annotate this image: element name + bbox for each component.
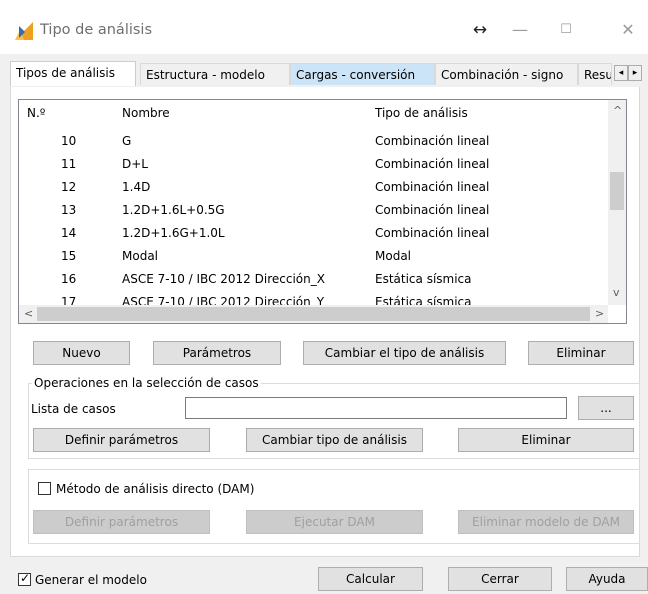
lista-de-casos-input[interactable] [185,397,567,419]
column-header-tipo[interactable]: Tipo de análisis [375,106,468,120]
tab-estructura-modelo[interactable]: Estructura - modelo [140,63,290,85]
cell-n: 13 [61,203,77,217]
scroll-left-icon[interactable]: < [24,307,33,320]
operaciones-legend: Operaciones en la selección de casos [32,376,261,390]
tab-resultados[interactable]: Resu [578,63,612,85]
resize-icon[interactable]: ↔ [466,16,494,44]
cell-n: 12 [61,180,77,194]
title-bar: Tipo de análisis ↔ — ☐ ✕ [0,0,648,54]
window-title: Tipo de análisis [40,22,153,38]
cell-nombre: 1.4D [122,180,151,194]
tab-scroll-left-icon[interactable]: ◂ [614,65,628,81]
cell-n: 14 [61,226,77,240]
checkmark-icon: ✓ [20,571,31,585]
cell-nombre: D+L [122,157,148,171]
ejecutar-dam-button[interactable]: Ejecutar DAM [246,510,423,534]
nuevo-button[interactable]: Nuevo [33,341,130,365]
tab-scroll-right-icon[interactable]: ▸ [628,65,642,81]
dam-checkbox[interactable] [38,482,51,495]
table-row[interactable]: 15 Modal Modal [19,245,608,268]
table-row[interactable]: 11 D+L Combinación lineal [19,153,608,176]
cell-nombre: 1.2D+1.6L+0.5G [122,203,225,217]
vertical-scroll-thumb[interactable] [610,172,624,210]
cambiar-tipo-analisis-button[interactable]: Cambiar el tipo de análisis [303,341,506,365]
scroll-down-icon[interactable]: v [613,286,620,299]
tab-strip: Tipos de análisis Estructura - modelo Ca… [10,61,642,88]
cell-nombre: Modal [122,249,158,263]
cambiar-tipo-button[interactable]: Cambiar tipo de análisis [246,428,423,452]
table-row[interactable]: 10 G Combinación lineal [19,130,608,153]
analysis-list[interactable]: N.º Nombre Tipo de análisis 10 G Combina… [18,99,627,324]
scroll-right-icon[interactable]: > [595,307,604,320]
parametros-button[interactable]: Parámetros [153,341,281,365]
cell-n: 15 [61,249,77,263]
lista-de-casos-label: Lista de casos [31,402,116,416]
eliminar-button[interactable]: Eliminar [528,341,634,365]
cell-n: 11 [61,157,77,171]
cell-n: 16 [61,272,77,286]
horizontal-scrollbar[interactable]: < > [19,305,608,323]
cell-tipo: Combinación lineal [375,203,490,217]
table-row[interactable]: 12 1.4D Combinación lineal [19,176,608,199]
calcular-button[interactable]: Calcular [318,567,423,591]
tab-combinacion-signo[interactable]: Combinación - signo [435,63,578,85]
generar-modelo-label: Generar el modelo [35,573,147,587]
dialog-window: Tipo de análisis ↔ — ☐ ✕ Tipos de anális… [0,0,648,594]
cell-nombre: ASCE 7-10 / IBC 2012 Dirección_X [122,272,325,286]
app-icon [15,22,33,40]
ayuda-button[interactable]: Ayuda [566,567,648,591]
table-row[interactable]: 16 ASCE 7-10 / IBC 2012 Dirección_X Está… [19,268,608,291]
cell-tipo: Modal [375,249,411,263]
dam-definir-parametros-button[interactable]: Definir parámetros [33,510,210,534]
cerrar-button[interactable]: Cerrar [448,567,552,591]
eliminar-seleccion-button[interactable]: Eliminar [458,428,634,452]
cell-nombre: G [122,134,132,148]
cell-tipo: Combinación lineal [375,134,490,148]
table-row[interactable]: 13 1.2D+1.6L+0.5G Combinación lineal [19,199,608,222]
dam-label: Método de análisis directo (DAM) [56,482,255,496]
maximize-button[interactable]: ☐ [552,16,580,44]
definir-parametros-button[interactable]: Definir parámetros [33,428,210,452]
generar-modelo-checkbox[interactable]: ✓ [18,571,31,586]
cell-tipo: Estática sísmica [375,272,472,286]
column-header-nombre[interactable]: Nombre [122,106,170,120]
tab-cargas-conversion[interactable]: Cargas - conversión [290,63,435,85]
scroll-up-icon[interactable]: ^ [613,104,622,117]
browse-button[interactable]: ... [578,396,634,420]
cell-tipo: Combinación lineal [375,180,490,194]
eliminar-modelo-dam-button[interactable]: Eliminar modelo de DAM [458,510,634,534]
vertical-scrollbar[interactable]: ^ v [608,100,626,305]
tab-tipos-de-analisis[interactable]: Tipos de análisis [10,61,136,86]
cell-n: 10 [61,134,77,148]
cell-tipo: Combinación lineal [375,157,490,171]
table-row[interactable]: 14 1.2D+1.6G+1.0L Combinación lineal [19,222,608,245]
cell-tipo: Combinación lineal [375,226,490,240]
minimize-button[interactable]: — [506,16,534,44]
close-button[interactable]: ✕ [614,16,642,44]
horizontal-scroll-thumb[interactable] [37,307,590,321]
column-header-n[interactable]: N.º [27,106,45,120]
cell-nombre: 1.2D+1.6G+1.0L [122,226,225,240]
